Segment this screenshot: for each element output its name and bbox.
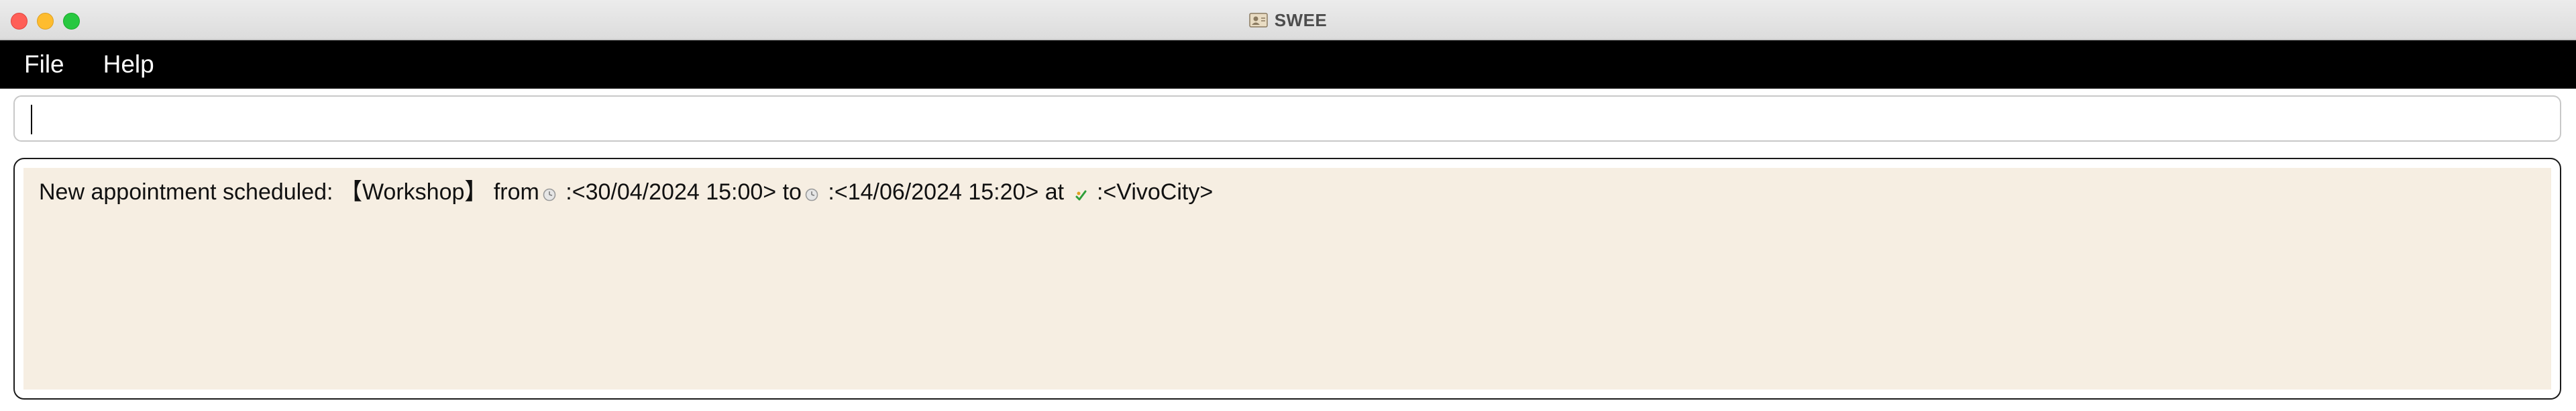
from-label: from: [487, 179, 539, 205]
window-title: SWEE: [1274, 9, 1328, 30]
clock-icon: [543, 188, 556, 201]
result-message: New appointment scheduled: 【Workshop】 fr…: [39, 176, 1213, 208]
event-name: 【Workshop】: [339, 179, 488, 205]
app-window: SWEE File Help New appointment scheduled…: [0, 0, 2576, 411]
command-input[interactable]: [30, 102, 2538, 136]
at-value: :<VivoCity>: [1090, 179, 1214, 205]
window-title-group: SWEE: [0, 0, 2576, 40]
title-bar[interactable]: SWEE: [0, 0, 2576, 40]
person-card-icon: [1248, 13, 1268, 28]
result-display: New appointment scheduled: 【Workshop】 fr…: [13, 158, 2561, 400]
text-caret: [31, 105, 32, 134]
at-label: at: [1038, 179, 1071, 205]
to-value: :<14/06/2024 15:20>: [821, 179, 1039, 205]
location-pin-icon: [1075, 190, 1087, 201]
result-display-area[interactable]: New appointment scheduled: 【Workshop】 fr…: [23, 168, 2551, 390]
to-label: to: [776, 179, 802, 205]
menu-help[interactable]: Help: [97, 48, 161, 81]
result-prefix: New appointment scheduled:: [39, 179, 339, 205]
menu-file[interactable]: File: [17, 48, 71, 81]
command-box[interactable]: [13, 95, 2561, 142]
from-value: :<30/04/2024 15:00>: [559, 179, 777, 205]
clock-icon: [805, 188, 818, 201]
menu-bar: File Help: [0, 40, 2576, 89]
